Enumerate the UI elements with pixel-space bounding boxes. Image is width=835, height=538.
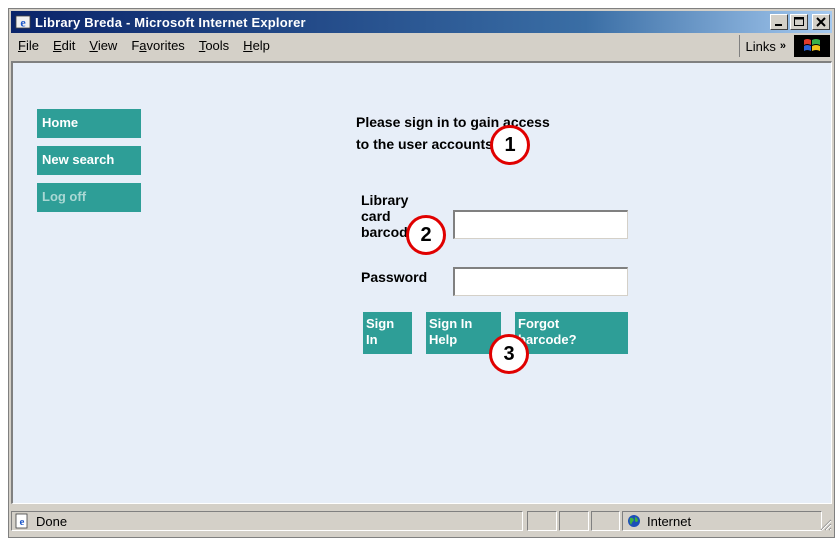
- menu-view[interactable]: View: [82, 36, 124, 56]
- menu-edit-accel: E: [52, 38, 62, 53]
- globe-icon: [627, 514, 641, 528]
- menu-view-rest: iew: [97, 38, 118, 53]
- barcode-label-line-1: Library: [361, 192, 409, 208]
- window-title: Library Breda - Microsoft Internet Explo…: [35, 14, 306, 30]
- status-bar: e Done Internet: [11, 509, 832, 531]
- close-button[interactable]: [812, 14, 830, 30]
- maximize-icon: [794, 17, 804, 26]
- password-label: Password: [361, 269, 428, 285]
- callout-1: 1: [490, 125, 530, 165]
- maximize-button[interactable]: [790, 14, 808, 30]
- minimize-icon: [775, 24, 782, 26]
- ie-page-icon: e: [14, 513, 30, 529]
- barcode-input[interactable]: [453, 210, 628, 239]
- home-link[interactable]: Home: [37, 109, 141, 138]
- zone-label: Internet: [647, 513, 692, 529]
- callout-2: 2: [406, 215, 446, 255]
- menu-favorites-accel: a: [139, 38, 147, 53]
- svg-text:e: e: [20, 16, 26, 30]
- window-controls: [770, 14, 830, 30]
- sign-in-label-1: Sign: [366, 316, 395, 331]
- close-icon: [816, 17, 826, 27]
- menu-edit-rest: dit: [61, 38, 76, 53]
- page-content: Home New search Log off Please sign in t…: [11, 61, 832, 504]
- resize-grip-icon[interactable]: [818, 517, 832, 531]
- chevron-right-icon[interactable]: »: [780, 40, 786, 52]
- menu-help-accel: H: [243, 38, 253, 53]
- forgot-barcode-label-2: barcode?: [518, 332, 577, 347]
- menu-file-accel: F: [18, 38, 26, 53]
- links-label: Links: [745, 38, 776, 54]
- sign-in-help-label-2: Help: [429, 332, 458, 347]
- minimize-button[interactable]: [770, 14, 788, 30]
- status-cell-1: [527, 511, 557, 531]
- status-text: Done: [36, 513, 68, 529]
- menu-tools-rest: ools: [205, 38, 230, 53]
- browser-window: e Library Breda - Microsoft Internet Exp…: [8, 8, 835, 538]
- menu-edit[interactable]: Edit: [46, 36, 82, 56]
- password-input[interactable]: [453, 267, 628, 296]
- sign-in-button[interactable]: Sign In: [363, 312, 412, 354]
- sign-in-help-label-1: Sign In: [429, 316, 473, 331]
- ie-logo-icon: e: [15, 14, 31, 30]
- status-cell-3: [591, 511, 620, 531]
- title-bar[interactable]: e Library Breda - Microsoft Internet Exp…: [11, 11, 832, 33]
- menu-favorites[interactable]: Favorites: [124, 36, 191, 56]
- security-zone: Internet: [622, 511, 822, 531]
- menu-help[interactable]: Help: [236, 36, 277, 56]
- svg-text:e: e: [20, 516, 25, 528]
- menu-bar: File Edit View Favorites Tools Help Link…: [11, 35, 832, 57]
- links-toolbar[interactable]: Links »: [738, 35, 792, 57]
- menu-favorites-rest: vorites: [146, 38, 185, 53]
- windows-logo-icon: [794, 35, 830, 57]
- status-cell-2: [559, 511, 589, 531]
- menu-view-accel: V: [89, 38, 98, 53]
- sign-in-label-2: In: [366, 332, 378, 347]
- forgot-barcode-label-1: Forgot: [518, 316, 560, 331]
- log-off-link: Log off: [37, 183, 141, 212]
- menu-help-rest: elp: [252, 38, 270, 53]
- callout-3: 3: [489, 334, 529, 374]
- menu-file[interactable]: File: [11, 36, 46, 56]
- new-search-link[interactable]: New search: [37, 146, 141, 175]
- status-main-panel: e Done: [11, 511, 523, 531]
- menu-tools[interactable]: Tools: [192, 36, 236, 56]
- menu-file-rest: ile: [25, 38, 39, 53]
- forgot-barcode-button[interactable]: Forgot barcode?: [515, 312, 628, 354]
